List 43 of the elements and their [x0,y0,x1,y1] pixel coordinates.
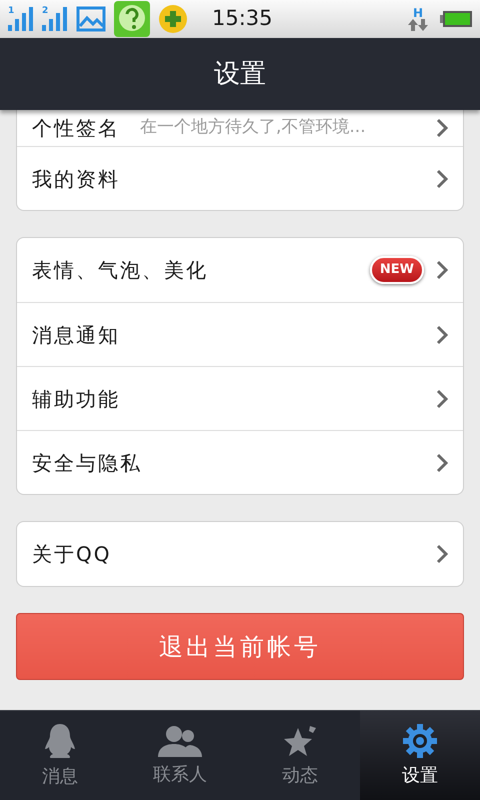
help-bubble-icon [114,1,150,37]
signal-icon [8,7,34,31]
settings-row[interactable]: 表情、气泡、美化 NEW [17,238,463,302]
settings-row[interactable]: 辅助功能 [17,366,463,430]
row-label: 辅助功能 [32,386,120,412]
row-label: 个性签名 [32,115,120,142]
settings-icon [403,724,437,758]
chevron-icon [436,452,448,472]
tab[interactable]: 设置 [360,711,480,800]
penguin-icon [44,723,76,759]
contacts-icon [158,725,202,757]
chevron-icon [436,324,448,344]
chevron-icon [436,168,448,188]
battery-icon [440,10,472,28]
page-title: 设置 [214,58,266,90]
row-label: 表情、气泡、美化 [32,257,208,284]
row-label: 关于QQ [32,541,112,568]
chevron-icon [436,118,448,138]
settings-row[interactable]: 安全与隐私 [17,430,463,494]
tab[interactable]: 联系人 [120,711,240,800]
settings-row[interactable]: 个性签名 在一个地方待久了,不管环境... [17,110,463,146]
chevron-icon [436,260,448,280]
signal-icon [42,7,68,31]
network-type: H [412,7,424,19]
row-value: 在一个地方待久了,不管环境... [140,116,366,140]
chevron-icon [436,544,448,564]
settings-row[interactable]: 我的资料 [17,146,463,210]
data-arrows-icon [408,19,428,31]
star-icon [282,724,318,758]
row-label: 安全与隐私 [32,450,142,476]
row-label: 我的资料 [32,166,120,192]
row-label: 消息通知 [32,322,120,348]
sim-number: 1 [8,7,14,16]
plus-shield-icon [158,4,188,34]
sim-number: 2 [42,7,48,16]
settings-row[interactable]: 消息通知 [17,302,463,366]
new-badge: NEW [370,256,424,284]
settings-row[interactable]: 关于QQ [17,522,463,586]
tab[interactable]: 消息 [0,711,120,800]
tab[interactable]: 动态 [240,711,360,800]
clock-time: 15:35 [212,5,273,32]
chevron-icon [436,388,448,408]
image-icon [76,6,106,32]
